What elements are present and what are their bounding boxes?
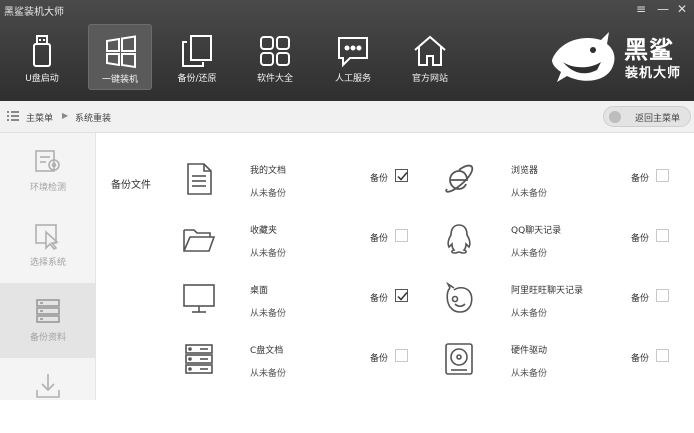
nav-label: 软件大全 bbox=[256, 74, 293, 84]
backup-label: 备份 bbox=[370, 234, 389, 244]
backup-checkbox-desktop[interactable] bbox=[395, 289, 408, 302]
backup-label: 备份 bbox=[631, 354, 650, 364]
document-icon bbox=[187, 163, 212, 195]
app-title: 黑鲨装机大师 bbox=[4, 7, 64, 18]
nav-label: 一键装机 bbox=[101, 75, 138, 85]
backup-label: 备份 bbox=[631, 174, 650, 184]
item-name-hardware-drivers: 硬件驱动 bbox=[511, 346, 548, 356]
step-sidebar: 环境检测 选择系统 备份资料 bbox=[0, 133, 96, 400]
hard-disk-icon bbox=[445, 343, 473, 375]
sidebar-item-backup-data[interactable]: 备份资料 bbox=[0, 283, 96, 358]
back-to-main-button[interactable]: 返回主菜单 bbox=[603, 106, 691, 127]
download-icon bbox=[36, 374, 60, 398]
item-name-qq-chat: QQ聊天记录 bbox=[511, 226, 562, 236]
sidebar-label: 备份资料 bbox=[29, 333, 66, 343]
nav-usb-boot[interactable]: U盘启动 bbox=[10, 24, 74, 90]
nav-label: U盘启动 bbox=[25, 74, 59, 84]
item-status: 从未备份 bbox=[511, 189, 548, 199]
sidebar-item-download[interactable] bbox=[0, 358, 96, 433]
sidebar-item-environment-check[interactable]: 环境检测 bbox=[0, 133, 96, 208]
brand-logo: 黑鲨 装机大师 bbox=[549, 30, 684, 85]
list-icon bbox=[7, 111, 19, 121]
back-button-label: 返回主菜单 bbox=[635, 114, 681, 124]
breadcrumb: 主菜单 ▶ 系统重装 返回主菜单 bbox=[0, 101, 694, 133]
item-status: 从未备份 bbox=[250, 309, 287, 319]
item-status: 从未备份 bbox=[511, 309, 548, 319]
breadcrumb-separator: ▶ bbox=[62, 111, 69, 120]
shark-logo-icon bbox=[552, 32, 615, 82]
check-icon bbox=[397, 172, 408, 181]
chat-bubble-icon bbox=[338, 37, 368, 68]
item-status: 从未备份 bbox=[250, 369, 287, 379]
item-name-my-documents: 我的文档 bbox=[250, 166, 287, 176]
nav-one-click-install[interactable]: 一键装机 bbox=[88, 24, 152, 90]
sidebar-item-select-system[interactable]: 选择系统 bbox=[0, 208, 96, 283]
sidebar-label: 选择系统 bbox=[29, 258, 66, 268]
nav-website[interactable]: 官方网站 bbox=[398, 24, 462, 90]
back-arrow-icon bbox=[609, 111, 621, 123]
backup-label: 备份 bbox=[370, 354, 389, 364]
backup-checkbox-c-drive-documents[interactable] bbox=[395, 349, 408, 362]
backup-copy-icon bbox=[182, 35, 212, 67]
aliwangwang-icon bbox=[446, 282, 473, 313]
environment-check-icon bbox=[35, 150, 60, 172]
monitor-icon bbox=[183, 284, 215, 313]
backup-label: 备份 bbox=[370, 174, 389, 184]
windows-logo-icon bbox=[106, 35, 136, 69]
usb-drive-icon bbox=[33, 35, 51, 67]
logo-title: 黑鲨 bbox=[624, 36, 674, 64]
backup-checkbox-hardware-drivers[interactable] bbox=[656, 349, 669, 362]
item-status: 从未备份 bbox=[250, 189, 287, 199]
item-name-desktop: 桌面 bbox=[250, 286, 269, 296]
nav-label: 官方网站 bbox=[411, 74, 448, 84]
menu-icon[interactable]: ≡ bbox=[636, 2, 646, 16]
title-bar: 黑鲨装机大师 ≡ — ✕ U盘启动 一键装机 备份/还原 软件大全 人工服务 官… bbox=[0, 0, 694, 101]
backup-checkbox-my-documents[interactable] bbox=[395, 169, 408, 182]
check-icon bbox=[397, 292, 408, 301]
minimize-icon[interactable]: — bbox=[657, 2, 669, 16]
backup-label: 备份 bbox=[370, 294, 389, 304]
nav-backup-restore[interactable]: 备份/还原 bbox=[165, 24, 229, 90]
item-status: 从未备份 bbox=[511, 369, 548, 379]
nav-support[interactable]: 人工服务 bbox=[321, 24, 385, 90]
qq-penguin-icon bbox=[447, 224, 471, 254]
folder-icon bbox=[183, 229, 216, 252]
item-name-favorites: 收藏夹 bbox=[250, 226, 278, 236]
item-name-c-drive-documents: C盘文档 bbox=[250, 346, 284, 356]
item-status: 从未备份 bbox=[250, 249, 287, 259]
select-system-icon bbox=[35, 224, 59, 250]
item-name-aliwangwang-chat: 阿里旺旺聊天记录 bbox=[511, 286, 584, 296]
backup-checkbox-browser[interactable] bbox=[656, 169, 669, 182]
close-icon[interactable]: ✕ bbox=[677, 2, 687, 16]
breadcrumb-current: 系统重装 bbox=[75, 114, 112, 124]
backup-checkbox-favorites[interactable] bbox=[395, 229, 408, 242]
server-drive-icon bbox=[185, 344, 213, 374]
item-name-browser: 浏览器 bbox=[511, 166, 539, 176]
sidebar-label: 环境检测 bbox=[29, 183, 66, 193]
item-status: 从未备份 bbox=[511, 249, 548, 259]
section-label: 备份文件 bbox=[111, 180, 151, 191]
ie-browser-icon bbox=[445, 164, 474, 193]
backup-checkbox-qq-chat[interactable] bbox=[656, 229, 669, 242]
backup-checkbox-aliwangwang-chat[interactable] bbox=[656, 289, 669, 302]
nav-label: 人工服务 bbox=[334, 74, 371, 84]
breadcrumb-home[interactable]: 主菜单 bbox=[26, 111, 53, 124]
nav-software[interactable]: 软件大全 bbox=[243, 24, 307, 90]
backup-label: 备份 bbox=[631, 234, 650, 244]
nav-label: 备份/还原 bbox=[177, 74, 217, 84]
apps-grid-icon bbox=[260, 36, 290, 66]
backup-data-icon bbox=[36, 299, 60, 323]
backup-label: 备份 bbox=[631, 294, 650, 304]
logo-subtitle: 装机大师 bbox=[625, 66, 682, 81]
home-icon bbox=[414, 35, 446, 66]
